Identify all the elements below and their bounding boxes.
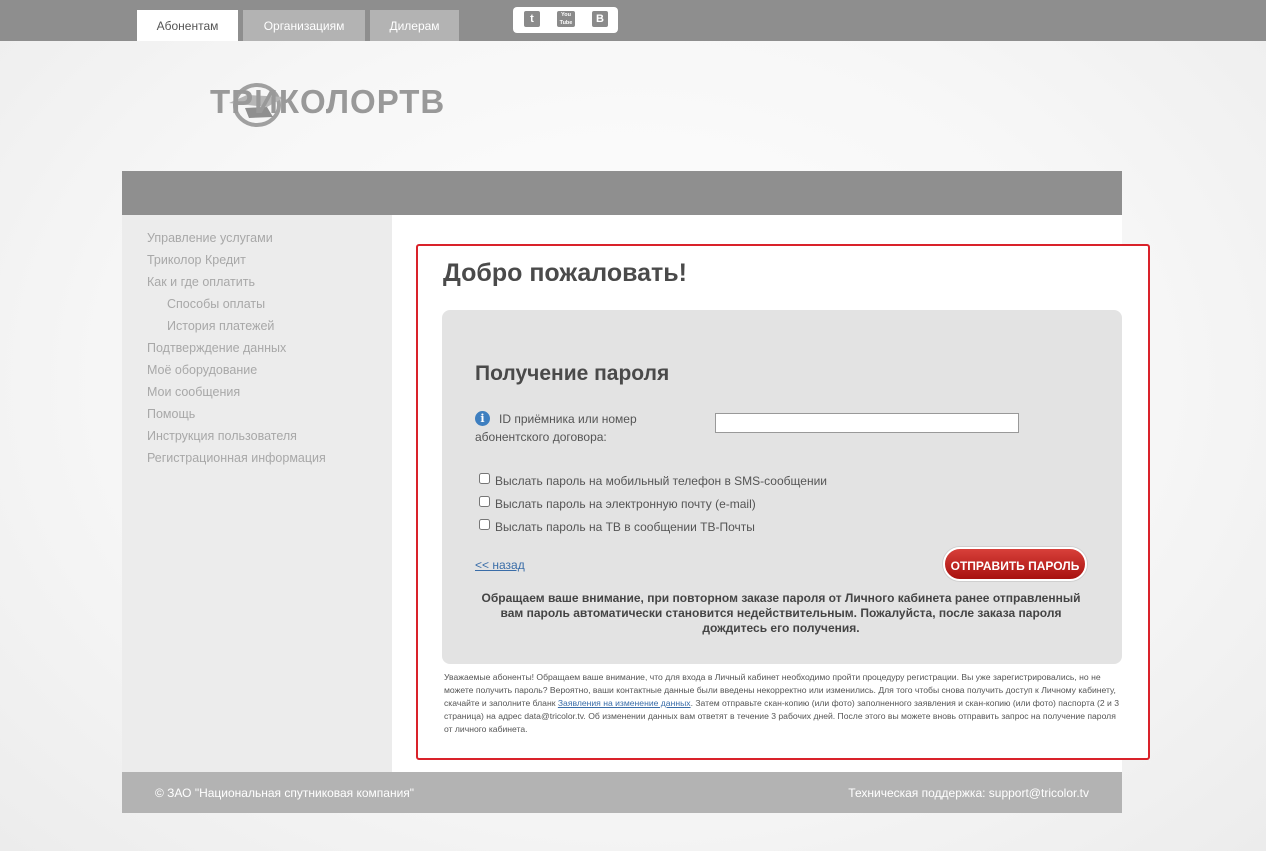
sidebar-item-payment-history[interactable]: История платежей — [167, 319, 274, 333]
tab-dealers[interactable]: Дилерам — [370, 10, 459, 41]
sms-option-label: Выслать пароль на мобильный телефон в SM… — [495, 474, 827, 488]
sidebar-item-credit[interactable]: Триколор Кредит — [147, 253, 246, 267]
sidebar: Управление услугами Триколор Кредит Как … — [122, 215, 392, 772]
sidebar-item-data-confirmation[interactable]: Подтверждение данных — [147, 341, 286, 355]
tab-subscribers[interactable]: Абонентам — [137, 10, 238, 41]
footer-copyright: © ЗАО "Национальная спутниковая компания… — [155, 786, 415, 800]
email-option-label: Выслать пароль на электронную почту (e-m… — [495, 497, 756, 511]
tv-mail-option-label: Выслать пароль на ТВ в сообщении ТВ-Почт… — [495, 520, 755, 534]
registration-note: Уважаемые абоненты! Обращаем ваше вниман… — [444, 671, 1124, 736]
sms-checkbox[interactable] — [479, 473, 490, 484]
info-icon[interactable]: i — [475, 411, 490, 426]
header-bar — [122, 171, 1122, 215]
id-label-line1: ID приёмника или номер — [499, 412, 637, 426]
social-links: t You Tube B — [513, 7, 618, 33]
vk-icon[interactable]: B — [592, 11, 608, 27]
youtube-icon[interactable]: You Tube — [557, 11, 575, 27]
sidebar-item-messages[interactable]: Мои сообщения — [147, 385, 240, 399]
sidebar-item-user-guide[interactable]: Инструкция пользователя — [147, 429, 297, 443]
sidebar-item-how-to-pay[interactable]: Как и где оплатить — [147, 275, 255, 289]
password-notice: Обращаем ваше внимание, при повторном за… — [481, 591, 1081, 635]
twitter-icon[interactable]: t — [524, 11, 540, 27]
receiver-id-input[interactable] — [715, 413, 1019, 433]
logo-text: ТРИКОЛОРТВ — [210, 83, 446, 120]
page-title: Добро пожаловать! — [443, 259, 687, 287]
sidebar-item-help[interactable]: Помощь — [147, 407, 195, 421]
back-link[interactable]: << назад — [475, 558, 525, 572]
sidebar-item-services[interactable]: Управление услугами — [147, 231, 273, 245]
send-password-button[interactable]: ОТПРАВИТЬ ПАРОЛЬ — [943, 547, 1087, 581]
tv-mail-checkbox[interactable] — [479, 519, 490, 530]
tab-organizations[interactable]: Организациям — [243, 10, 365, 41]
footer-support[interactable]: Техническая поддержка: support@tricolor.… — [848, 786, 1089, 800]
id-label-line2: абонентского договора: — [475, 430, 607, 444]
top-bar: Абонентам Организациям Дилерам t You Tub… — [0, 0, 1266, 41]
change-data-form-link[interactable]: Заявления на изменение данных — [558, 698, 691, 708]
email-checkbox[interactable] — [479, 496, 490, 507]
sidebar-item-equipment[interactable]: Моё оборудование — [147, 363, 257, 377]
panel-title: Получение пароля — [475, 362, 670, 385]
sidebar-item-payment-methods[interactable]: Способы оплаты — [167, 297, 265, 311]
footer: © ЗАО "Национальная спутниковая компания… — [122, 772, 1122, 813]
sidebar-item-registration-info[interactable]: Регистрационная информация — [147, 451, 326, 465]
